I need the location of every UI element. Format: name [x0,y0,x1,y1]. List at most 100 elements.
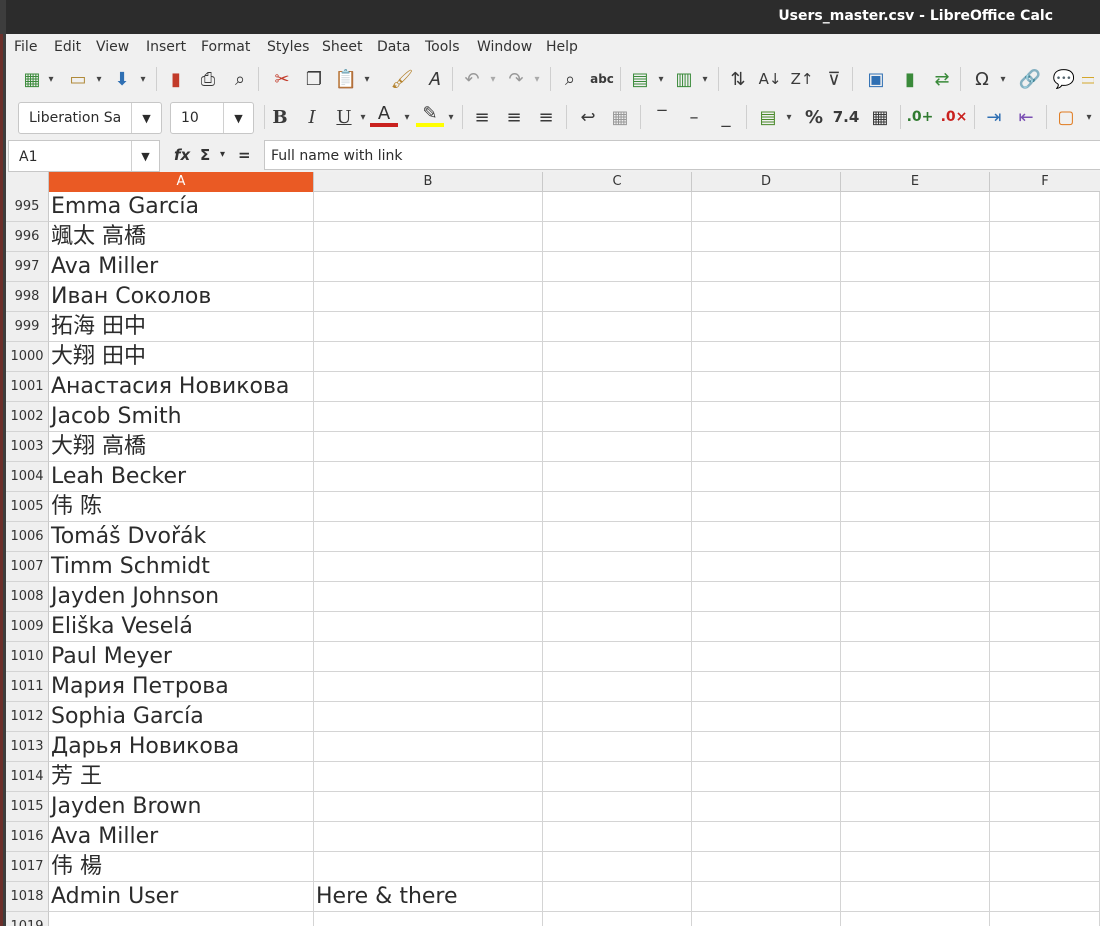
export-pdf-icon[interactable]: ▮ [162,65,190,93]
column-icon[interactable]: ▥ [670,65,698,93]
row-header[interactable]: 1003 [6,432,49,462]
chevron-down-icon[interactable]: ▼ [131,103,161,133]
grid-cell[interactable] [990,912,1100,926]
grid-cell[interactable] [543,312,692,342]
grid-cell[interactable]: 伟 陈 [49,492,314,522]
spellcheck-icon[interactable]: abc [588,65,616,93]
grid-cell[interactable] [990,672,1100,702]
grid-cell[interactable]: Paul Meyer [49,642,314,672]
row-header[interactable]: 995 [6,192,49,222]
menu-window[interactable]: Window [477,39,532,55]
paste-dropdown-icon[interactable]: ▾ [360,65,374,93]
font-color-icon[interactable]: A [370,103,398,127]
grid-cell[interactable] [314,612,543,642]
grid-cell[interactable]: Emma García [49,192,314,222]
grid-cell[interactable] [543,372,692,402]
grid-cell[interactable] [692,282,841,312]
wrap-text-icon[interactable]: ↩ [574,103,602,131]
grid-cell[interactable] [543,852,692,882]
grid-cell[interactable]: Дарья Новикова [49,732,314,762]
insert-image-icon[interactable]: ▣ [862,65,890,93]
date-format-icon[interactable]: ▦ [866,103,894,131]
font-color-dropdown-icon[interactable]: ▾ [400,103,414,131]
grid-cell[interactable] [692,612,841,642]
grid-cell[interactable] [314,552,543,582]
grid-cell[interactable] [841,642,990,672]
row-header[interactable]: 1001 [6,372,49,402]
special-character-dropdown-icon[interactable]: ▾ [996,65,1010,93]
menu-format[interactable]: Format [201,39,250,55]
grid-cell[interactable] [990,762,1100,792]
grid-cell[interactable] [692,582,841,612]
grid-cell[interactable] [543,822,692,852]
undo-dropdown-icon[interactable]: ▾ [486,65,500,93]
paste-icon[interactable]: 📋 [332,65,360,93]
redo-dropdown-icon[interactable]: ▾ [530,65,544,93]
highlight-dropdown-icon[interactable]: ▾ [444,103,458,131]
align-left-icon[interactable]: ≡ [468,103,496,131]
row-header[interactable]: 1006 [6,522,49,552]
merge-cells-icon[interactable]: ▦ [606,103,634,131]
grid-cell[interactable]: Admin User [49,882,314,912]
grid-cell[interactable] [990,732,1100,762]
row-dropdown-icon[interactable]: ▾ [654,65,668,93]
column-header-b[interactable]: B [314,172,543,192]
grid-cell[interactable] [841,402,990,432]
grid-cell[interactable]: 拓海 田中 [49,312,314,342]
row-header[interactable]: 1012 [6,702,49,732]
grid-cell[interactable] [314,342,543,372]
headers-footers-icon[interactable]: ▭ [1082,65,1094,93]
delete-decimal-icon[interactable]: .0× [940,103,968,131]
grid-cell[interactable] [692,222,841,252]
grid-cell[interactable] [543,672,692,702]
highlight-color-icon[interactable]: ✎ [416,103,444,127]
grid-cell[interactable] [990,342,1100,372]
row-header[interactable]: 1005 [6,492,49,522]
pivot-table-icon[interactable]: ⇄ [928,65,956,93]
grid-cell[interactable] [841,492,990,522]
grid-cell[interactable] [314,192,543,222]
grid-cell[interactable] [990,582,1100,612]
new-dropdown-icon[interactable]: ▾ [44,65,58,93]
grid-cell[interactable] [990,222,1100,252]
grid-cell[interactable] [543,762,692,792]
grid-cell[interactable] [314,492,543,522]
grid-cell[interactable] [543,732,692,762]
grid-cell[interactable] [692,372,841,402]
grid-cell[interactable] [314,462,543,492]
menu-file[interactable]: File [14,39,37,55]
grid-cell[interactable] [841,912,990,926]
save-icon[interactable]: ⬇ [108,65,136,93]
add-decimal-icon[interactable]: .0+ [906,103,934,131]
grid-cell[interactable] [990,612,1100,642]
grid-cell[interactable] [692,882,841,912]
row-header[interactable]: 998 [6,282,49,312]
print-preview-icon[interactable]: ⌕ [226,65,254,93]
grid-cell[interactable]: Jayden Brown [49,792,314,822]
chevron-down-icon[interactable]: ▼ [223,103,253,133]
grid-cell[interactable] [692,432,841,462]
chevron-down-icon[interactable]: ▼ [131,141,159,171]
grid-cell[interactable]: Leah Becker [49,462,314,492]
cut-icon[interactable]: ✂ [268,65,296,93]
grid-cell[interactable] [543,522,692,552]
grid-cell[interactable] [841,792,990,822]
grid-cell[interactable] [543,252,692,282]
grid-cell[interactable] [841,552,990,582]
grid-cell[interactable] [692,252,841,282]
borders-dropdown-icon[interactable]: ▾ [1082,103,1096,131]
grid-cell[interactable] [314,762,543,792]
undo-icon[interactable]: ↶ [458,65,486,93]
row-header[interactable]: 1000 [6,342,49,372]
grid-cell[interactable] [543,492,692,522]
bold-icon[interactable]: B [266,103,294,131]
grid-cell[interactable] [990,642,1100,672]
grid-cell[interactable] [543,702,692,732]
grid-cell[interactable] [990,822,1100,852]
grid-cell[interactable] [841,822,990,852]
column-header-e[interactable]: E [841,172,990,192]
spreadsheet-grid[interactable]: A B C D E F 995 Emma García 996 颯太 高橋 997 Ava… [6,172,1100,926]
column-header-d[interactable]: D [692,172,841,192]
underline-dropdown-icon[interactable]: ▾ [356,103,370,131]
grid-cell[interactable] [314,372,543,402]
